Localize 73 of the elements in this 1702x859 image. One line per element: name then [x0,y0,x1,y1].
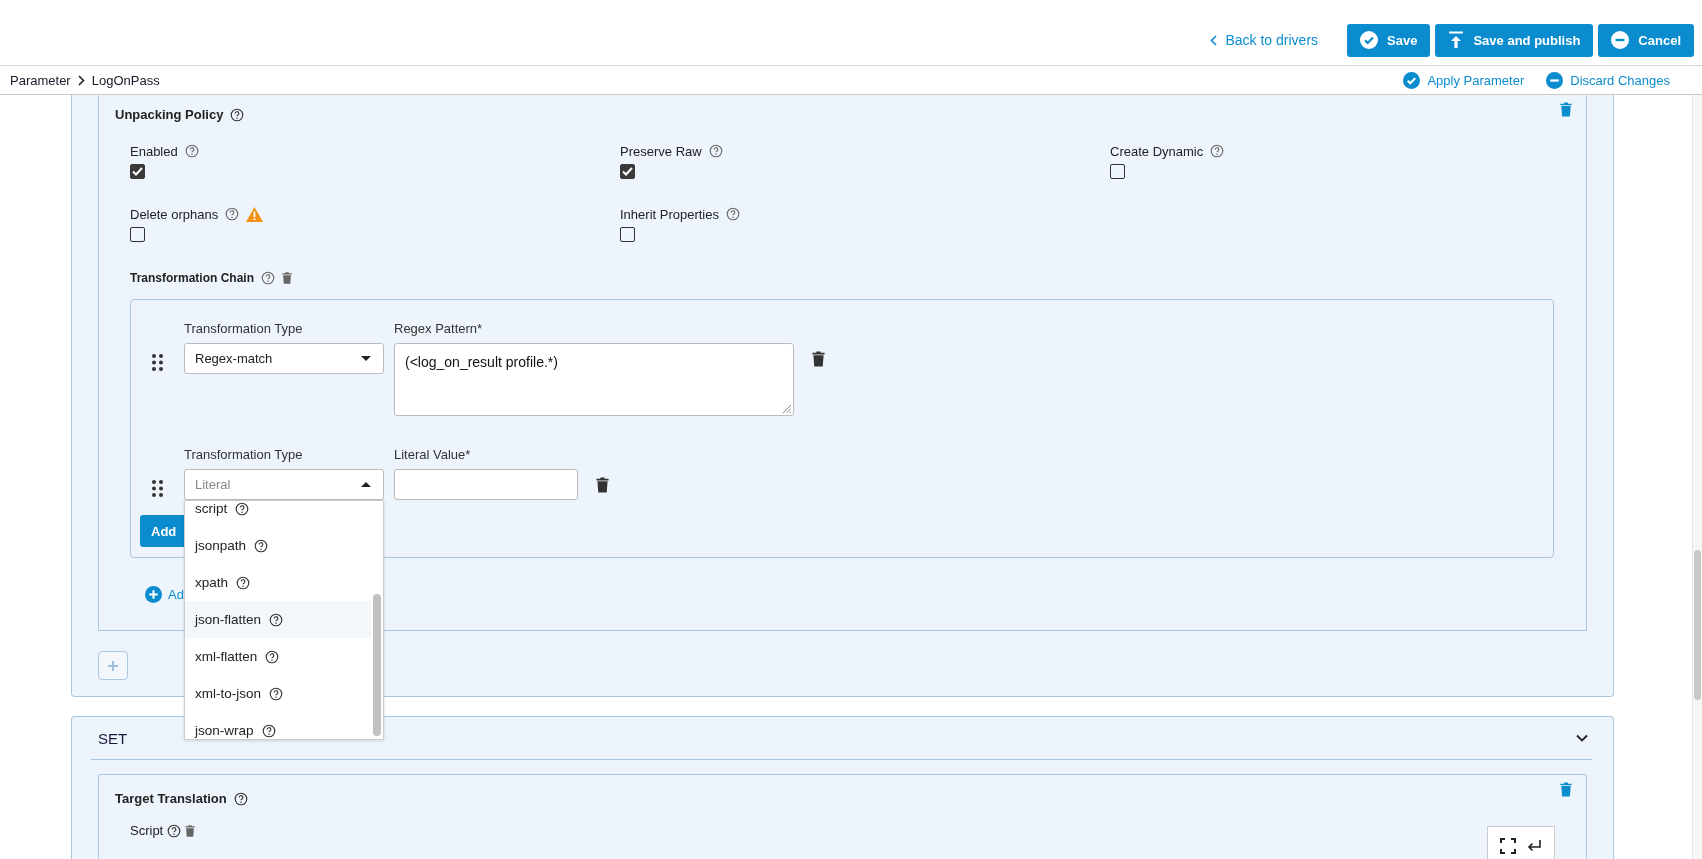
help-icon[interactable] [233,791,248,806]
type-select[interactable]: Regex-match [184,343,384,374]
trash-icon[interactable] [812,351,825,367]
minus-circle-icon [1546,71,1564,89]
enter-icon[interactable] [1527,839,1543,853]
scrollbar-thumb[interactable] [373,594,381,736]
dropdown-option[interactable]: xpath [185,564,371,601]
dropdown-option[interactable]: json-flatten [185,601,371,638]
option-label: Preserve Raw [620,143,702,159]
option-label: Delete orphans [130,206,219,222]
save-button[interactable]: Save [1347,23,1431,57]
pattern-field[interactable]: (<log_on_result profile.*) [394,343,794,416]
option-label: Enabled [130,143,178,159]
help-icon[interactable] [269,612,284,627]
add-transformation-link[interactable]: Ad [168,587,184,602]
checkbox[interactable] [620,227,635,242]
help-icon[interactable] [726,207,740,221]
section-title: SET [98,729,128,747]
checkbox[interactable] [130,164,145,179]
check-circle-icon [1360,31,1379,49]
literal-field[interactable] [394,469,578,500]
dropdown-option[interactable]: xml-to-json [185,675,371,712]
section-title: Target Translation [115,791,227,806]
section-title: Transformation Chain [130,271,254,285]
field-label: Script [130,823,164,838]
help-icon[interactable] [261,271,275,285]
help-icon[interactable] [261,723,276,738]
trash-icon[interactable] [185,824,196,837]
checkbox[interactable] [1110,164,1125,179]
field-label: Transformation Type [184,447,304,464]
trash-icon[interactable] [596,477,609,493]
discard-link[interactable]: Discard Changes [1546,71,1670,89]
plus-icon [108,660,118,671]
upload-icon [1448,31,1465,49]
drag-handle-icon[interactable] [152,480,163,497]
type-select[interactable]: Literal [184,469,384,500]
help-icon[interactable] [236,575,251,590]
drag-handle-icon[interactable] [152,354,163,371]
chevron-left-icon [1210,34,1218,46]
scrollbar-thumb[interactable] [1694,550,1701,700]
field-label: Regex Pattern* [394,321,484,338]
help-icon[interactable] [254,538,269,553]
add-circle-icon[interactable] [145,586,162,603]
trash-icon[interactable] [282,272,292,284]
dropdown-option[interactable]: json-wrap [185,712,371,739]
help-icon[interactable] [235,501,250,516]
chevron-right-icon [77,74,85,86]
back-link[interactable]: Back to drivers [1210,32,1319,48]
resize-grip-icon[interactable] [782,404,791,413]
help-icon[interactable] [230,107,245,122]
chevron-down-icon[interactable] [1576,734,1588,742]
caret-up-icon [361,482,371,487]
help-icon[interactable] [269,686,283,701]
publish-button[interactable]: Save and publish [1435,23,1594,57]
minus-circle-icon [1611,31,1630,49]
help-icon[interactable] [167,823,182,838]
option-label: Inherit Properties [620,206,719,222]
breadcrumb-item[interactable]: Parameter [10,72,71,88]
caret-down-icon [361,356,371,361]
field-label: Literal Value* [394,447,472,464]
checkbox[interactable] [130,227,145,242]
field-label: Transformation Type [184,321,304,338]
breadcrumb-item: LogOnPass [91,72,160,88]
section-title: Unpacking Policy [115,107,224,122]
fullscreen-icon[interactable] [1499,838,1516,854]
checkbox[interactable] [620,164,635,179]
warning-icon [246,206,264,222]
dropdown-option[interactable]: xml-flatten [185,638,371,675]
help-icon[interactable] [265,649,280,664]
cancel-button[interactable]: Cancel [1598,23,1694,57]
scrollbar-track[interactable] [1692,95,1702,859]
apply-link[interactable]: Apply Parameter [1403,71,1525,89]
option-label: Create Dynamic [1110,143,1204,159]
